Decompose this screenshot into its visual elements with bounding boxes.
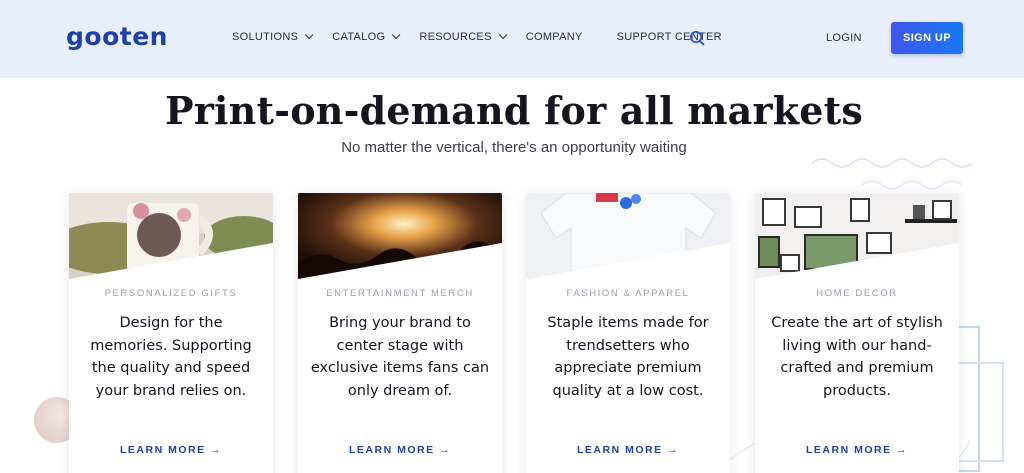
- page: gooten SOLUTIONS CATALOG RESOURCES COMPA…: [0, 0, 1024, 473]
- nav-resources[interactable]: RESOURCES: [419, 30, 508, 43]
- nav-support-center[interactable]: SUPPORT CENTER: [617, 31, 722, 43]
- chevron-down-icon: [305, 30, 314, 40]
- card-entertainment-merch[interactable]: ENTERTAINMENT MERCH Bring your brand to …: [298, 193, 502, 473]
- nav-company[interactable]: COMPANY: [526, 31, 583, 43]
- card-category: HOME DECOR: [816, 288, 898, 299]
- card-description: Bring your brand to center stage with ex…: [310, 315, 490, 400]
- nav-solutions-label: SOLUTIONS: [232, 31, 299, 43]
- nav-catalog[interactable]: CATALOG: [332, 30, 401, 43]
- hero-subtitle: No matter the vertical, there's an oppor…: [341, 139, 687, 156]
- card-image-wall-art: [755, 193, 959, 281]
- learn-more-link[interactable]: LEARN MORE →: [526, 444, 730, 456]
- card-image-tshirt: [526, 193, 730, 281]
- nav-solutions[interactable]: SOLUTIONS: [232, 30, 314, 43]
- card-home-decor[interactable]: HOME DECOR Create the art of stylish liv…: [755, 193, 959, 473]
- card-category: FASHION & APPAREL: [566, 288, 690, 299]
- card-image-mug: [69, 193, 273, 281]
- card-description: Staple items made for trendsetters who a…: [547, 315, 709, 400]
- learn-more-link[interactable]: LEARN MORE →: [69, 444, 273, 456]
- chevron-down-icon: [498, 30, 508, 40]
- card-description: Create the art of stylish living with ou…: [771, 315, 943, 400]
- search-icon[interactable]: [689, 30, 705, 46]
- card-category: ENTERTAINMENT MERCH: [326, 288, 474, 299]
- card-description: Design for the memories. Supporting the …: [90, 315, 252, 400]
- login-link[interactable]: LOGIN: [826, 32, 862, 44]
- decorative-waves: [812, 158, 972, 190]
- sign-up-button[interactable]: SIGN UP: [891, 22, 963, 54]
- nav-resources-label: RESOURCES: [419, 31, 492, 43]
- nav-support-center-label: SUPPORT CENTER: [616, 31, 722, 43]
- card-fashion-apparel[interactable]: FASHION & APPAREL Staple items made for …: [526, 193, 730, 473]
- nav-company-label: COMPANY: [525, 31, 583, 43]
- hero-title: Print-on-demand for all markets: [165, 88, 863, 133]
- learn-more-link[interactable]: LEARN MORE →: [298, 444, 502, 456]
- chevron-down-icon: [392, 30, 401, 40]
- nav-catalog-label: CATALOG: [332, 31, 386, 43]
- gooten-logo[interactable]: gooten: [66, 22, 168, 51]
- card-category: PERSONALIZED GIFTS: [104, 288, 238, 299]
- site-header: gooten SOLUTIONS CATALOG RESOURCES COMPA…: [0, 0, 1024, 78]
- card-personalized-gifts[interactable]: PERSONALIZED GIFTS Design for the memori…: [69, 193, 273, 473]
- card-image-concert: [298, 193, 502, 281]
- learn-more-link[interactable]: LEARN MORE →: [755, 444, 959, 456]
- main-nav: SOLUTIONS CATALOG RESOURCES COMPANY SUPP…: [232, 30, 744, 43]
